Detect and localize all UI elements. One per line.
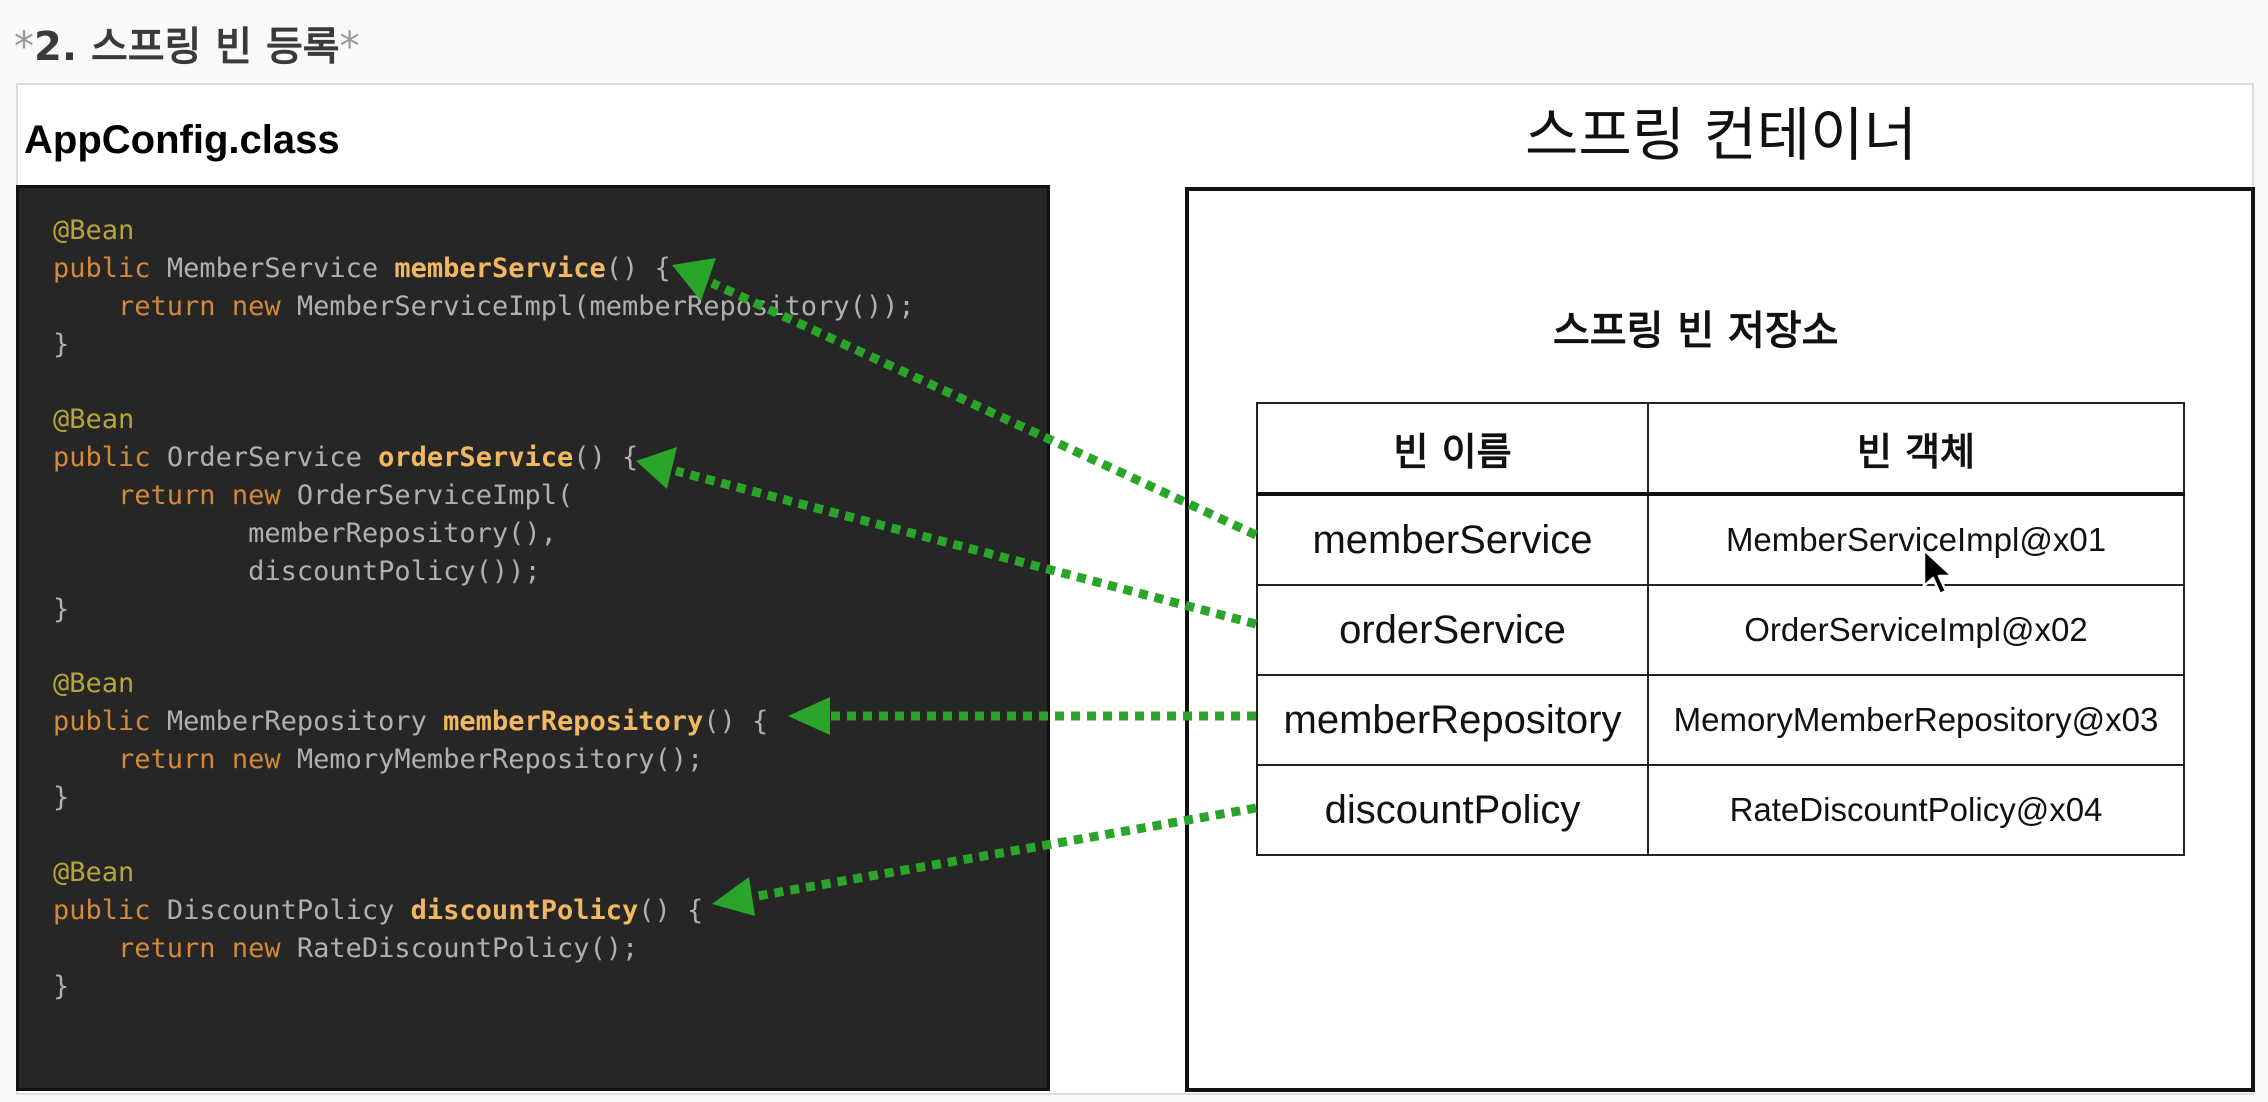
bean-table: 빈 이름 빈 객체 memberService MemberServiceImp…	[1256, 402, 2185, 856]
code-annotation: @Bean	[53, 404, 135, 435]
code-close-brace: }	[53, 971, 70, 1002]
code-method-signature: public DiscountPolicy discountPolicy() {	[53, 895, 704, 926]
header-bean-name: 빈 이름	[1256, 402, 1649, 496]
method-name-member-repository: memberRepository	[443, 706, 704, 737]
table-row: memberService MemberServiceImpl@x01	[1256, 493, 2185, 586]
code-close-brace: }	[53, 782, 70, 813]
bean-storage-title: 스프링 빈 저장소	[1553, 308, 1839, 354]
header-bean-object: 빈 객체	[1647, 402, 2185, 496]
bean-name-cell: memberService	[1256, 493, 1649, 586]
code-argument-line: discountPolicy());	[248, 556, 541, 587]
heading-asterisk-right: *	[339, 24, 360, 70]
code-annotation: @Bean	[53, 668, 135, 699]
table-header-row: 빈 이름 빈 객체	[1256, 402, 2185, 496]
code-method-signature: public MemberRepository memberRepository…	[53, 706, 769, 737]
table-row: memberRepository MemoryMemberRepository@…	[1256, 674, 2185, 766]
bean-object-cell: RateDiscountPolicy@x04	[1647, 764, 2185, 856]
code-annotation: @Bean	[53, 215, 135, 246]
config-class-title: AppConfig.class	[24, 118, 340, 162]
heading-text: 2. 스프링 빈 등록	[34, 24, 340, 70]
code-annotation: @Bean	[53, 857, 135, 888]
code-return-line: return new OrderServiceImpl(	[118, 480, 574, 511]
bean-object-cell: MemoryMemberRepository@x03	[1647, 674, 2185, 766]
method-name-discount-policy: discountPolicy	[410, 895, 639, 926]
code-method-signature: public OrderService orderService() {	[53, 442, 639, 473]
code-argument-line: memberRepository(),	[248, 518, 557, 549]
bean-name-cell: orderService	[1256, 584, 1649, 676]
method-name-order-service: orderService	[378, 442, 574, 473]
method-name-member-service: memberService	[394, 253, 606, 284]
code-return-line: return new MemberServiceImpl(memberRepos…	[118, 291, 915, 322]
code-return-line: return new MemoryMemberRepository();	[118, 744, 704, 775]
bean-object-cell: OrderServiceImpl@x02	[1647, 584, 2185, 676]
code-panel: @Bean public MemberService memberService…	[16, 185, 1050, 1091]
code-close-brace: }	[53, 594, 70, 625]
bean-name-cell: discountPolicy	[1256, 764, 1649, 856]
code-return-line: return new RateDiscountPolicy();	[118, 933, 639, 964]
heading-asterisk-left: *	[14, 24, 34, 70]
section-heading: *2. 스프링 빈 등록*	[14, 14, 360, 72]
spring-container-title: 스프링 컨테이너	[1525, 101, 1917, 169]
bean-object-cell: MemberServiceImpl@x01	[1647, 493, 2185, 586]
mouse-cursor-icon	[1922, 548, 1954, 596]
code-method-signature: public MemberService memberService() {	[53, 253, 671, 284]
code-close-brace: }	[53, 329, 70, 360]
bean-name-cell: memberRepository	[1256, 674, 1649, 766]
table-row: discountPolicy RateDiscountPolicy@x04	[1256, 764, 2185, 856]
table-row: orderService OrderServiceImpl@x02	[1256, 584, 2185, 676]
